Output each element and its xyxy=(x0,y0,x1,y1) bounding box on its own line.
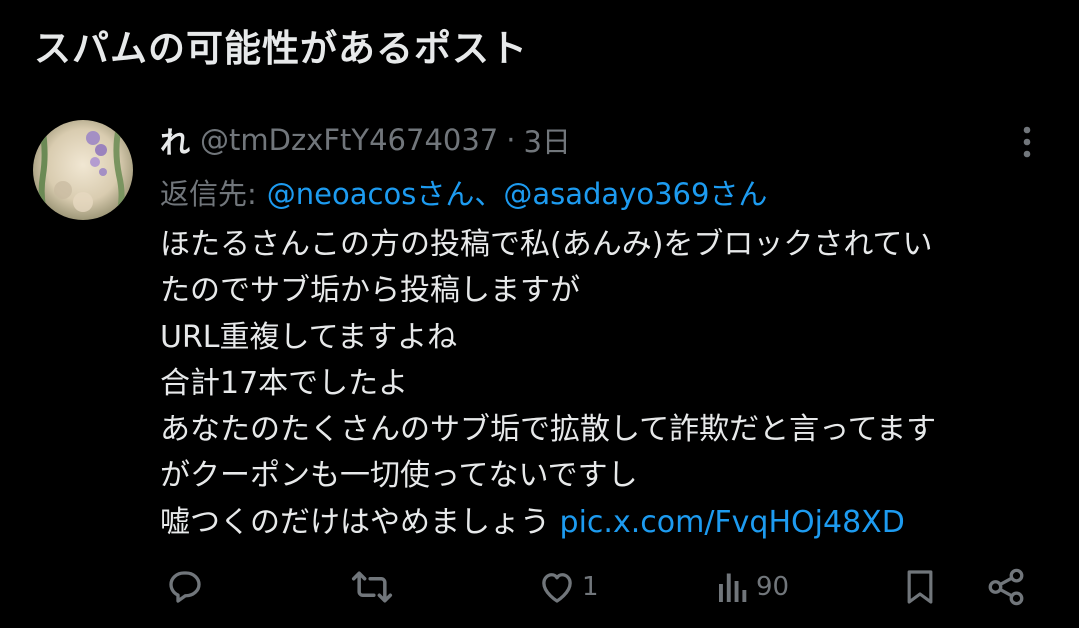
separator-dot: · xyxy=(506,123,516,157)
page-title: スパムの可能性があるポスト xyxy=(34,27,528,70)
mention-separator: 、 xyxy=(474,177,504,211)
post-text-line: あなたのたくさんのサブ垢で拡散して詐欺だと言ってます xyxy=(160,412,937,448)
user-handle[interactable]: @tmDzxFtY4674037 xyxy=(200,123,498,157)
reply-to-label: 返信先: xyxy=(160,177,257,211)
share-icon xyxy=(988,568,1024,606)
reply-button[interactable] xyxy=(164,560,210,614)
post-text-line: URL重複してますよね xyxy=(160,319,458,355)
bookmark-icon xyxy=(907,570,933,604)
share-button[interactable] xyxy=(985,560,1027,614)
mention-link[interactable]: @neoacosさん xyxy=(267,171,475,213)
post-time[interactable]: 3日 xyxy=(523,119,570,161)
reply-icon xyxy=(169,571,201,603)
bookmark-button[interactable] xyxy=(900,560,940,614)
avatar[interactable] xyxy=(33,120,133,220)
post-text-last: 嘘つくのだけはやめましょう xyxy=(160,504,550,540)
more-button[interactable] xyxy=(1012,124,1042,160)
post-body: ほたるさんこの方の投稿で私(あんみ)をブロックされてい たのでサブ垢から投稿しま… xyxy=(160,222,1060,546)
mention-link[interactable]: @asadayo369さん xyxy=(503,171,767,213)
views-icon xyxy=(719,573,747,602)
display-name[interactable]: れ xyxy=(160,118,190,162)
views-count: 90 xyxy=(756,572,790,602)
post-text-line: がクーポンも一切使ってないですし xyxy=(160,458,638,494)
post-text-line: たのでサブ垢から投稿しますが xyxy=(160,273,580,309)
post-text-line: 嘘つくのだけはやめましょう pic.x.com/FvqHOj48XD xyxy=(160,500,1060,546)
media-link[interactable]: pic.x.com/FvqHOj48XD xyxy=(560,505,905,540)
avatar-image xyxy=(33,120,133,220)
more-icon xyxy=(1023,126,1031,158)
views-button[interactable]: 90 xyxy=(716,560,789,614)
action-bar: 1 90 xyxy=(0,560,1079,614)
repost-icon xyxy=(351,571,393,603)
repost-button[interactable] xyxy=(350,560,398,614)
like-button[interactable]: 1 xyxy=(536,560,599,614)
post-header: れ @tmDzxFtY4674037 · 3日 xyxy=(160,118,571,162)
reply-to-line: 返信先: @neoacosさん 、 @asadayo369さん xyxy=(160,170,767,214)
post-text-line: ほたるさんこの方の投稿で私(あんみ)をブロックされてい xyxy=(160,227,933,262)
like-count: 1 xyxy=(582,572,599,602)
like-icon xyxy=(542,573,572,603)
post-text-line: 合計17本でしたよ xyxy=(160,365,409,401)
